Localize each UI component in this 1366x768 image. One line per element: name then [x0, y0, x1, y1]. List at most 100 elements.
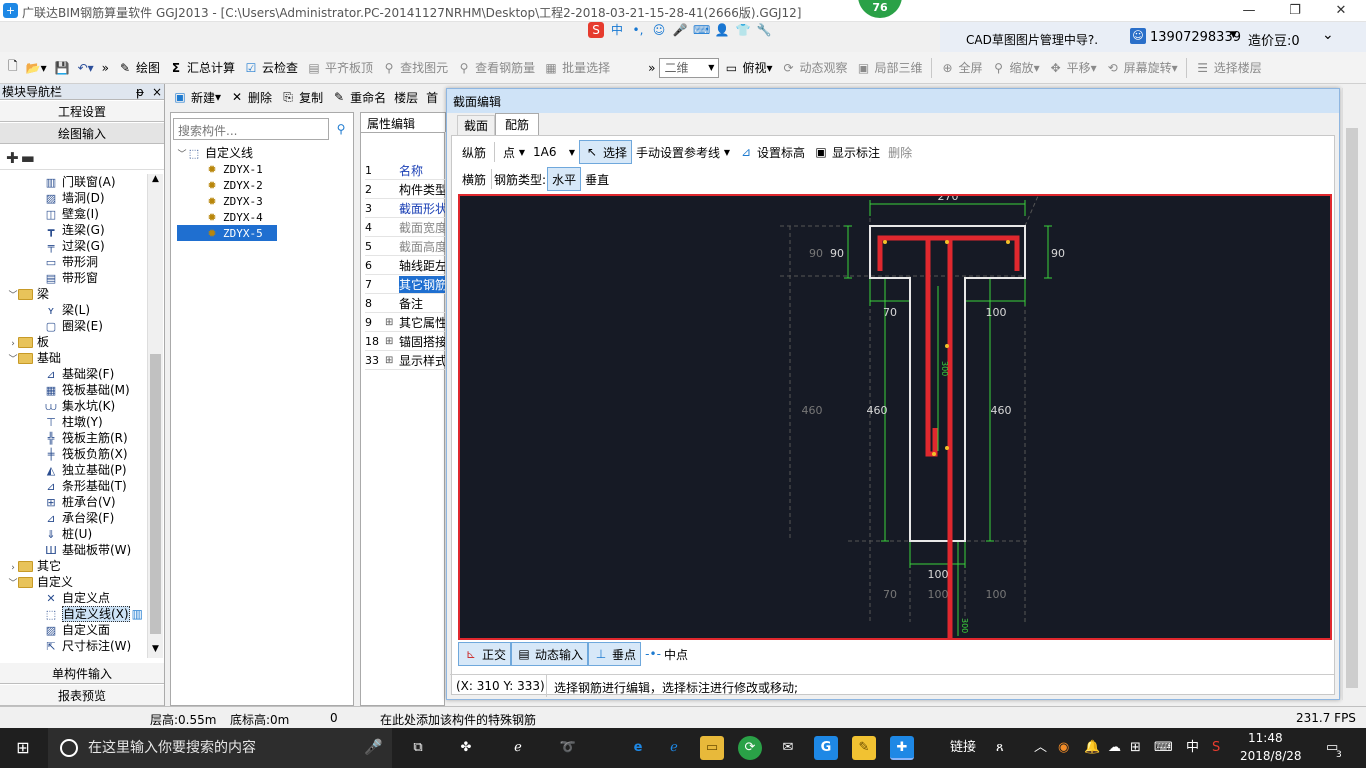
clock-date[interactable]: 2018/8/28: [1240, 749, 1302, 763]
dim-web-width[interactable]: 100: [928, 568, 949, 581]
top-view-button[interactable]: ▭ 俯视 ▾: [719, 56, 776, 80]
long-rebar-label[interactable]: 纵筋: [458, 140, 490, 164]
minimize-button[interactable]: —: [1226, 0, 1272, 22]
nav-tree-item[interactable]: ▦ 筏板基础(M): [0, 382, 148, 398]
ortho-toggle[interactable]: ⊾ 正交: [458, 642, 512, 666]
search-icon[interactable]: ⚲: [331, 118, 351, 140]
tab-rebar[interactable]: 配筋: [495, 113, 539, 135]
nav-tree-item[interactable]: ╪ 筏板负筋(X): [0, 446, 148, 462]
select-button[interactable]: ↖ 选择: [579, 140, 633, 164]
section-drawing[interactable]: 270 90 90 90 70 100 460 460 460 100 70 1…: [460, 196, 1330, 638]
nav-tree-item[interactable]: ⇱ 尺寸标注(W): [0, 638, 148, 654]
nav-tree-item[interactable]: ⊞ 桩承台(V): [0, 494, 148, 510]
scroll-thumb[interactable]: [150, 354, 161, 634]
view-rebar-button[interactable]: ⚲ 查看钢筋量: [452, 56, 539, 80]
rebar-spec-select[interactable]: 1A6 ▼: [529, 140, 579, 164]
sum-button[interactable]: Σ 汇总计算: [164, 56, 239, 80]
nav-tree-item[interactable]: ╤ 过梁(G): [0, 238, 148, 254]
dim-web-h-ref[interactable]: 460: [802, 404, 823, 417]
user-icon[interactable]: 👤: [714, 22, 730, 38]
full-screen-button[interactable]: ⊕ 全屏: [936, 56, 987, 80]
dim-left-off[interactable]: 70: [883, 306, 897, 319]
manual-ref-button[interactable]: 手动设置参考线 ▼: [632, 140, 734, 164]
dynamic-view-button[interactable]: ⟳ 动态观察: [777, 56, 852, 80]
dim-bottom-right[interactable]: 100: [986, 588, 1007, 601]
people-icon[interactable]: ጸ: [996, 728, 1004, 768]
search-input[interactable]: 搜索构件...: [173, 118, 329, 140]
collapse-all-icon[interactable]: ▬: [21, 149, 35, 167]
tab-section[interactable]: 截面: [457, 115, 495, 135]
nav-report-preview[interactable]: 报表预览: [0, 684, 164, 706]
props-row[interactable]: 5 截面高度: [365, 237, 445, 256]
nav-tree-item[interactable]: ⊤ 柱墩(Y): [0, 414, 148, 430]
rotate-button[interactable]: ⟲ 屏幕旋转 ▾: [1101, 56, 1182, 80]
emoji-icon[interactable]: ☺: [651, 22, 667, 38]
nav-tree-item[interactable]: ▭ 带形洞: [0, 254, 148, 270]
floor-label[interactable]: 楼层: [390, 85, 422, 109]
nav-tree-item[interactable]: ⊿ 条形基础(T): [0, 478, 148, 494]
mail-icon[interactable]: ✉: [776, 736, 800, 760]
edge-legacy-icon[interactable]: ℯ: [506, 736, 530, 760]
task-view-icon[interactable]: ⧉: [406, 736, 430, 760]
rebar-length-label[interactable]: 300: [960, 618, 969, 633]
delete-rebar-button[interactable]: 删除: [884, 140, 916, 164]
props-row[interactable]: 18 ⊞ 锚固搭接: [365, 332, 445, 351]
select-floor-button[interactable]: ☰ 选择楼层: [1191, 56, 1266, 80]
glodon-app-icon[interactable]: G: [814, 736, 838, 760]
vertical-button[interactable]: 垂直: [581, 167, 613, 191]
new-file-icon[interactable]: 🗋: [4, 56, 22, 80]
nav-tree-item[interactable]: Ш 基础板带(W): [0, 542, 148, 558]
dim-top-h-right[interactable]: 90: [1051, 247, 1065, 260]
scroll-thumb[interactable]: [1346, 128, 1358, 688]
component-item[interactable]: ✹ ZDYX-3: [177, 193, 353, 209]
props-row[interactable]: 6 轴线距左: [365, 256, 445, 275]
action-center-icon[interactable]: ▭: [1326, 728, 1338, 768]
open-file-icon[interactable]: 📂▾: [22, 56, 51, 80]
edge-icon[interactable]: e: [626, 736, 650, 760]
props-row[interactable]: 3 截面形状: [365, 199, 445, 218]
props-row[interactable]: 8 备注: [365, 294, 445, 313]
nav-tree-item[interactable]: ﹀ 基础: [0, 350, 148, 366]
first-floor-label[interactable]: 首: [422, 85, 442, 109]
props-row[interactable]: 4 截面宽度: [365, 218, 445, 237]
ime-lang-label[interactable]: 中: [1186, 728, 1199, 768]
notification-bell-icon[interactable]: 🔔: [1084, 728, 1100, 768]
wrench-icon[interactable]: 🔧: [756, 22, 772, 38]
nav-tree-item[interactable]: ﹀ 梁: [0, 286, 148, 302]
spiral-app-icon[interactable]: ➰: [556, 736, 580, 760]
score-badge[interactable]: 76: [858, 0, 902, 18]
nav-tree-item[interactable]: ⊿ 承台梁(F): [0, 510, 148, 526]
props-tab[interactable]: 属性编辑: [360, 112, 446, 132]
nav-tree-item[interactable]: ▥ 门联窗(A): [0, 174, 148, 190]
cloud-icon[interactable]: ☁: [1108, 728, 1121, 768]
nav-tree-item[interactable]: ╬ 筏板主筋(R): [0, 430, 148, 446]
keyboard-icon[interactable]: ⌨: [1154, 728, 1173, 768]
restore-button[interactable]: ❐: [1272, 0, 1318, 22]
copy-component-button[interactable]: ⎘ 复制: [276, 85, 327, 109]
sogou-icon[interactable]: S: [588, 22, 604, 38]
nav-tree-item[interactable]: ﹀ 自定义: [0, 574, 148, 590]
link-label[interactable]: 链接: [950, 728, 976, 768]
nav-tree-item[interactable]: ▨ 自定义面: [0, 622, 148, 638]
more-chevron-icon[interactable]: »: [98, 56, 113, 80]
save-icon[interactable]: 💾: [51, 56, 74, 80]
expand-plus-icon[interactable]: ⊞: [385, 317, 399, 328]
green-app-icon[interactable]: ⟳: [738, 736, 762, 760]
tray-app-icon[interactable]: ◉: [1058, 728, 1069, 768]
show-dim-button[interactable]: ▣ 显示标注: [809, 140, 884, 164]
nav-tree-item[interactable]: › 板: [0, 334, 148, 350]
close-button[interactable]: ✕: [1318, 0, 1364, 22]
flush-top-button[interactable]: ▤ 平齐板顶: [302, 56, 377, 80]
nav-tree-item[interactable]: ▨ 墙洞(D): [0, 190, 148, 206]
delete-component-button[interactable]: ✕ 删除: [225, 85, 276, 109]
tray-chevron-icon[interactable]: ︿: [1034, 728, 1047, 768]
find-elem-button[interactable]: ⚲ 查找图元: [377, 56, 452, 80]
tree-root[interactable]: ﹀ ⬚ 自定义线: [177, 145, 353, 161]
nav-tree-item[interactable]: ◫ 壁龛(I): [0, 206, 148, 222]
set-elev-button[interactable]: ⊿ 设置标高: [734, 140, 809, 164]
network-icon[interactable]: ⊞: [1130, 728, 1141, 768]
mid-toggle[interactable]: -•- 中点: [641, 642, 692, 666]
zoom-button[interactable]: ⚲ 缩放 ▾: [987, 56, 1044, 80]
nav-tree-item[interactable]: ⬚ 自定义线(X) ▥: [0, 606, 148, 622]
taskbar-search[interactable]: 在这里输入你要搜索的内容: [48, 728, 392, 768]
